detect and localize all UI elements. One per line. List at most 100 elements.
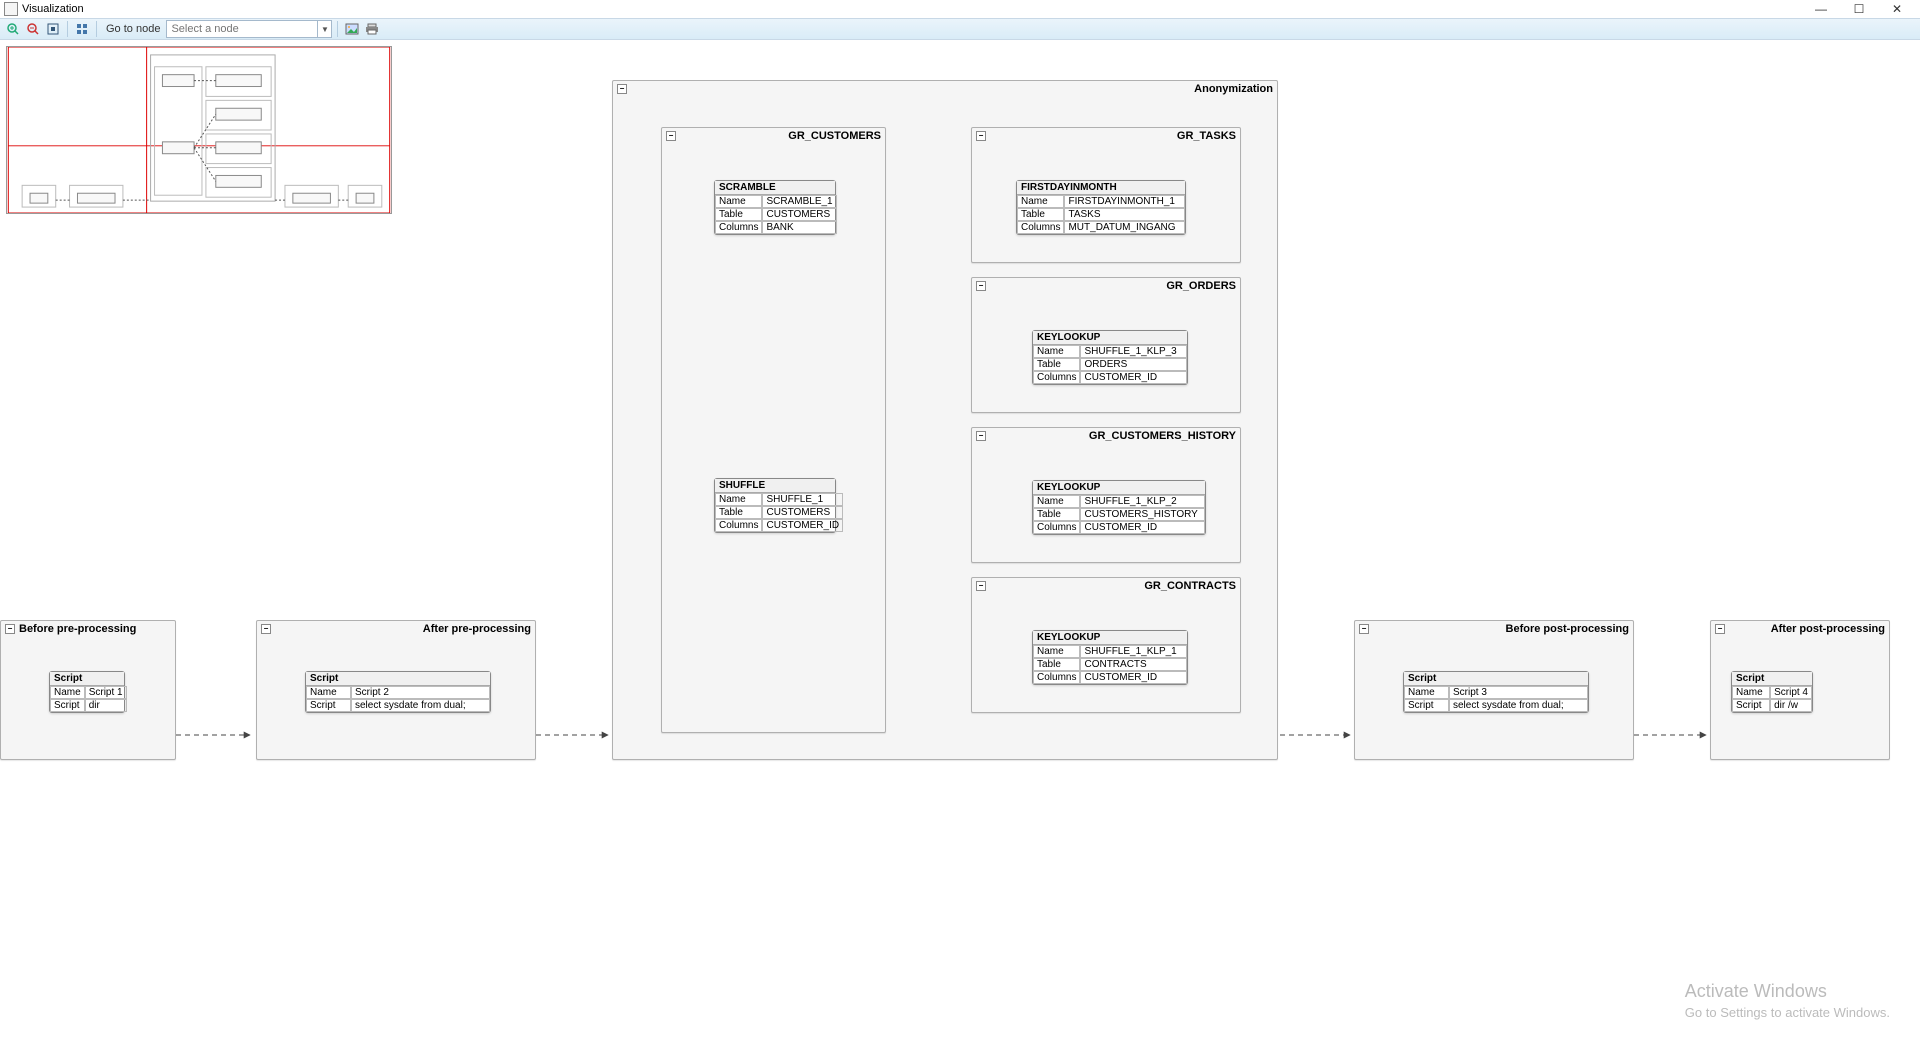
node-row: Scriptselect sysdate from dual;	[1404, 699, 1588, 712]
node-klp3[interactable]: KEYLOOKUP NameSHUFFLE_1_KLP_3TableORDERS…	[1032, 330, 1188, 385]
row-key: Table	[715, 506, 762, 519]
node-rows: NameSCRAMBLE_1TableCUSTOMERSColumnsBANK	[715, 195, 837, 234]
node-row: NameFIRSTDAYINMONTH_1	[1017, 195, 1185, 208]
node-rows: NameScript 3Scriptselect sysdate from du…	[1404, 686, 1588, 712]
node-script-3[interactable]: Script NameScript 3Scriptselect sysdate …	[1403, 671, 1589, 713]
chevron-down-icon[interactable]: ▼	[317, 21, 331, 37]
node-row: Scriptdir /w	[1732, 699, 1812, 712]
group-before-post[interactable]: − Before post-processing Script NameScri…	[1354, 620, 1634, 760]
group-title: Anonymization	[631, 83, 1273, 95]
node-klp1[interactable]: KEYLOOKUP NameSHUFFLE_1_KLP_1TableCONTRA…	[1032, 630, 1188, 685]
node-shuffle[interactable]: SHUFFLE NameSHUFFLE_1TableCUSTOMERSColum…	[714, 478, 836, 533]
node-rows: NameSHUFFLE_1_KLP_2TableCUSTOMERS_HISTOR…	[1033, 495, 1205, 534]
group-gr-customers-history[interactable]: − GR_CUSTOMERS_HISTORY KEYLOOKUP NameSHU…	[971, 427, 1241, 563]
node-script-1[interactable]: Script NameScript 1Scriptdir	[49, 671, 125, 713]
group-title: Before pre-processing	[19, 623, 171, 635]
node-script-2[interactable]: Script NameScript 2Scriptselect sysdate …	[305, 671, 491, 713]
windows-activation-watermark: Activate Windows Go to Settings to activ…	[1685, 979, 1890, 1022]
row-value: dir /w	[1770, 699, 1812, 712]
row-value: MUT_DATUM_INGANG	[1064, 221, 1185, 234]
collapse-icon[interactable]: −	[1359, 624, 1369, 634]
node-header: Script	[1732, 672, 1812, 686]
node-header: KEYLOOKUP	[1033, 331, 1187, 345]
minimap[interactable]	[6, 46, 392, 214]
row-key: Table	[1017, 208, 1064, 221]
row-value: CONTRACTS	[1080, 658, 1187, 671]
image-icon[interactable]	[343, 20, 361, 38]
node-header: SHUFFLE	[715, 479, 835, 493]
row-value: CUSTOMERS	[762, 506, 843, 519]
collapse-icon[interactable]: −	[976, 281, 986, 291]
goto-label: Go to node	[106, 23, 160, 35]
row-value: Script 1	[85, 686, 127, 699]
group-gr-contracts[interactable]: − GR_CONTRACTS KEYLOOKUP NameSHUFFLE_1_K…	[971, 577, 1241, 713]
row-value: FIRSTDAYINMONTH_1	[1064, 195, 1185, 208]
node-scramble[interactable]: SCRAMBLE NameSCRAMBLE_1TableCUSTOMERSCol…	[714, 180, 836, 235]
row-value: select sysdate from dual;	[1449, 699, 1588, 712]
group-title: After pre-processing	[275, 623, 531, 635]
row-key: Columns	[1033, 371, 1080, 384]
collapse-icon[interactable]: −	[976, 131, 986, 141]
zoom-in-icon[interactable]	[4, 20, 22, 38]
node-firstday[interactable]: FIRSTDAYINMONTH NameFIRSTDAYINMONTH_1Tab…	[1016, 180, 1186, 235]
row-value: SHUFFLE_1_KLP_2	[1080, 495, 1205, 508]
row-value: SHUFFLE_1	[762, 493, 843, 506]
node-rows: NameScript 1Scriptdir	[50, 686, 127, 712]
collapse-icon[interactable]: −	[617, 84, 627, 94]
node-header: KEYLOOKUP	[1033, 631, 1187, 645]
row-value: CUSTOMER_ID	[1080, 671, 1187, 684]
zoom-out-icon[interactable]	[24, 20, 42, 38]
zoom-fit-icon[interactable]	[44, 20, 62, 38]
row-value: SCRAMBLE_1	[762, 195, 836, 208]
group-title: Before post-processing	[1373, 623, 1629, 635]
row-key: Table	[715, 208, 762, 221]
print-icon[interactable]	[363, 20, 381, 38]
node-header: Script	[306, 672, 490, 686]
layout-icon[interactable]	[73, 20, 91, 38]
group-after-pre[interactable]: − After pre-processing Script NameScript…	[256, 620, 536, 760]
node-row: ColumnsBANK	[715, 221, 837, 234]
group-anonymization[interactable]: − Anonymization − GR_CUSTOMERS SCRAMBLE …	[612, 80, 1278, 760]
maximize-button[interactable]: ☐	[1840, 0, 1878, 18]
group-gr-orders[interactable]: − GR_ORDERS KEYLOOKUP NameSHUFFLE_1_KLP_…	[971, 277, 1241, 413]
minimize-button[interactable]: —	[1802, 0, 1840, 18]
node-row: NameScript 4	[1732, 686, 1812, 699]
group-before-pre[interactable]: − Before pre-processing Script NameScrip…	[0, 620, 176, 760]
collapse-icon[interactable]: −	[5, 624, 15, 634]
node-row: NameSCRAMBLE_1	[715, 195, 837, 208]
node-row: NameSHUFFLE_1_KLP_2	[1033, 495, 1205, 508]
collapse-icon[interactable]: −	[976, 431, 986, 441]
row-key: Table	[1033, 358, 1080, 371]
node-row: NameScript 1	[50, 686, 127, 699]
node-rows: NameSHUFFLE_1_KLP_3TableORDERSColumnsCUS…	[1033, 345, 1187, 384]
node-header: Script	[50, 672, 124, 686]
window-title: Visualization	[22, 3, 84, 15]
row-key: Table	[1033, 658, 1080, 671]
group-gr-tasks[interactable]: − GR_TASKS FIRSTDAYINMONTH NameFIRSTDAYI…	[971, 127, 1241, 263]
node-combo-input[interactable]	[167, 21, 317, 37]
collapse-icon[interactable]: −	[1715, 624, 1725, 634]
node-klp2[interactable]: KEYLOOKUP NameSHUFFLE_1_KLP_2TableCUSTOM…	[1032, 480, 1206, 535]
node-header: SCRAMBLE	[715, 181, 835, 195]
collapse-icon[interactable]: −	[261, 624, 271, 634]
node-script-4[interactable]: Script NameScript 4Scriptdir /w	[1731, 671, 1813, 713]
row-key: Script	[306, 699, 351, 712]
collapse-icon[interactable]: −	[976, 581, 986, 591]
collapse-icon[interactable]: −	[666, 131, 676, 141]
row-value: TASKS	[1064, 208, 1185, 221]
node-rows: NameFIRSTDAYINMONTH_1TableTASKSColumnsMU…	[1017, 195, 1185, 234]
group-after-post[interactable]: − After post-processing Script NameScrip…	[1710, 620, 1890, 760]
row-value: CUSTOMER_ID	[1080, 371, 1187, 384]
row-value: CUSTOMER_ID	[762, 519, 843, 532]
group-gr-customers[interactable]: − GR_CUSTOMERS SCRAMBLE NameSCRAMBLE_1Ta…	[661, 127, 886, 733]
node-row: NameScript 3	[1404, 686, 1588, 699]
diagram-canvas[interactable]: − Anonymization − GR_CUSTOMERS SCRAMBLE …	[0, 40, 1920, 1040]
row-key: Script	[1732, 699, 1770, 712]
row-key: Name	[1404, 686, 1449, 699]
node-combobox[interactable]: ▼	[166, 20, 332, 38]
row-key: Name	[1017, 195, 1064, 208]
row-key: Columns	[1017, 221, 1064, 234]
node-row: NameSHUFFLE_1_KLP_3	[1033, 345, 1187, 358]
close-button[interactable]: ✕	[1878, 0, 1916, 18]
row-value: CUSTOMERS	[762, 208, 836, 221]
